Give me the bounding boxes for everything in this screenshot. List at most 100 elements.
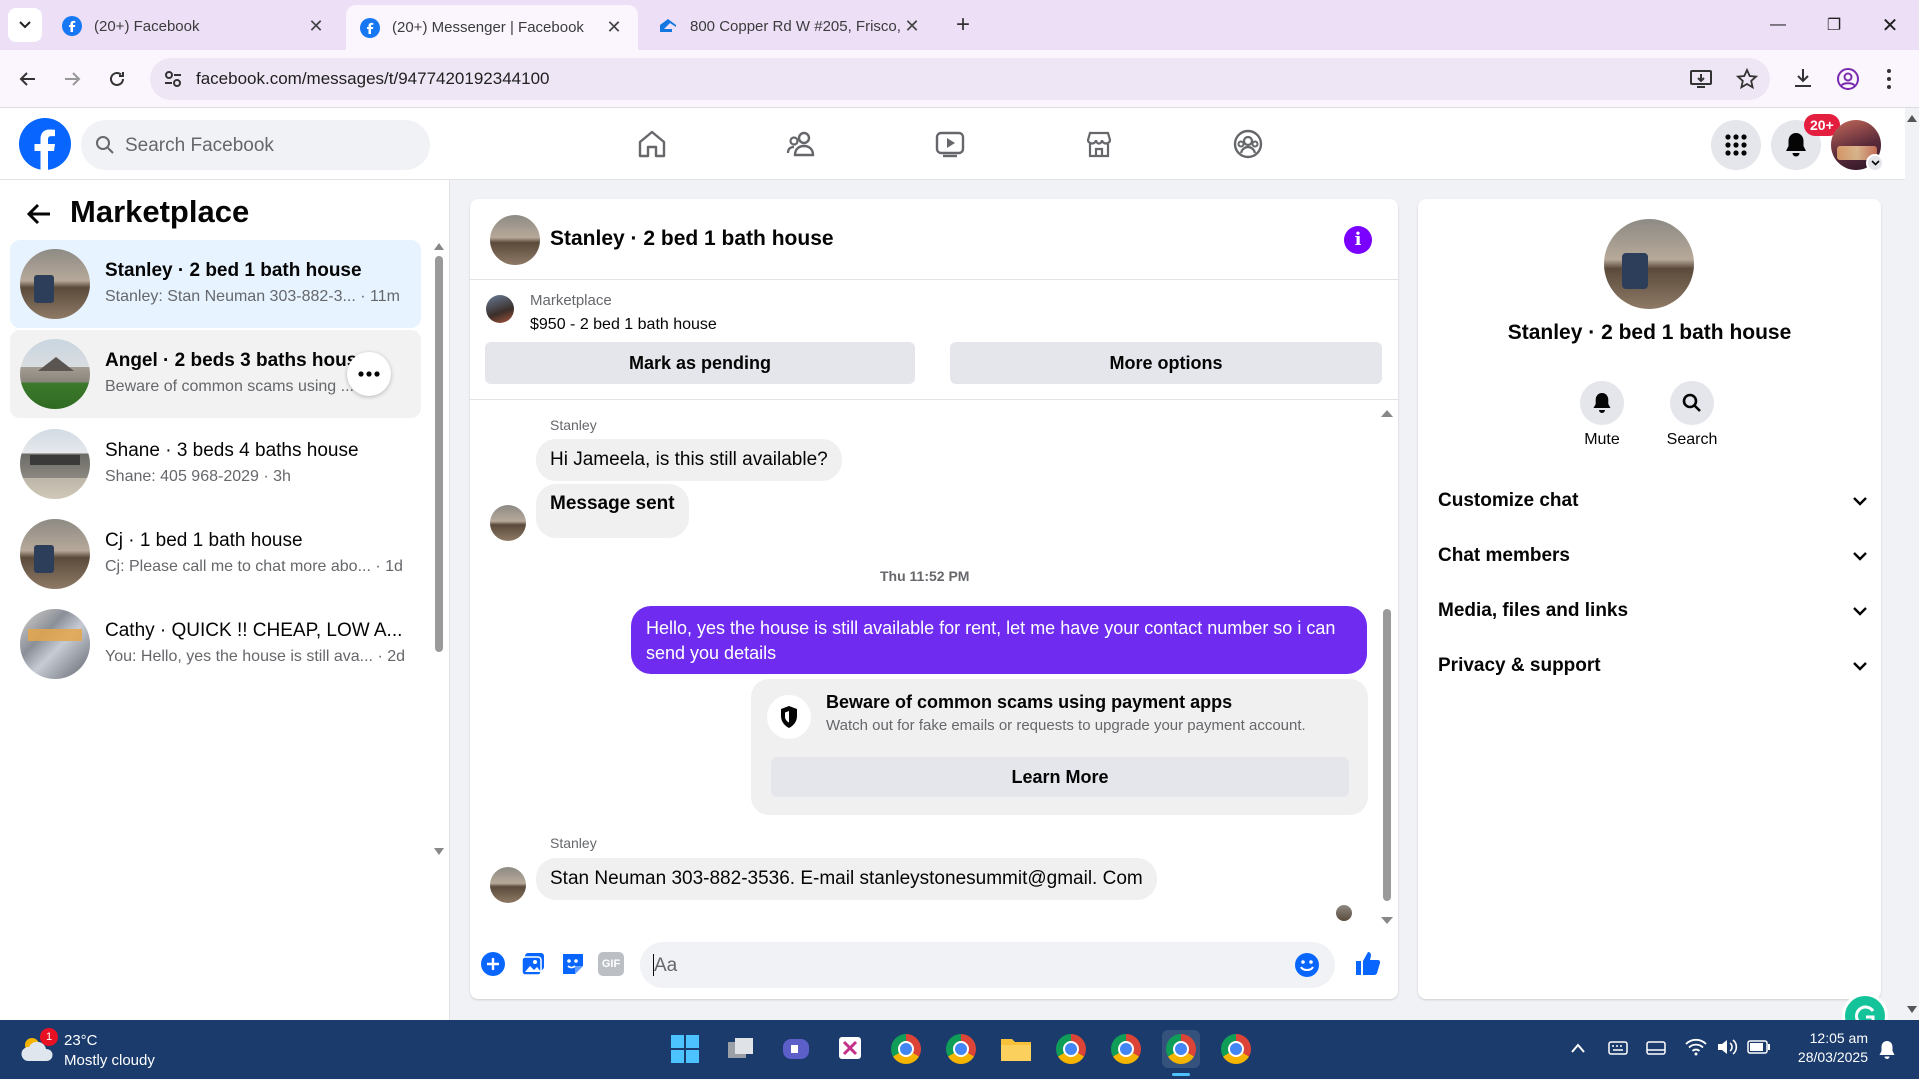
scrollbar-thumb[interactable] — [435, 256, 443, 652]
account-menu-chevron[interactable] — [1866, 154, 1884, 172]
chat-avatar[interactable] — [490, 215, 540, 265]
new-tab-button[interactable]: + — [948, 10, 978, 40]
chrome-profile-3-button[interactable] — [1052, 1030, 1090, 1068]
learn-more-button[interactable]: Learn More — [771, 757, 1349, 797]
bookmark-star-icon[interactable] — [1736, 68, 1758, 90]
thumbs-up-icon[interactable] — [1354, 949, 1382, 977]
task-view-button[interactable] — [722, 1030, 760, 1068]
site-settings-icon[interactable] — [164, 70, 182, 88]
facebook-header: Search Facebook 20+ — [0, 108, 1905, 180]
snipping-tool-button[interactable] — [832, 1030, 870, 1068]
minimize-window-button[interactable]: — — [1758, 10, 1798, 40]
scrollbar-thumb[interactable] — [1383, 609, 1391, 901]
chrome-active-button[interactable] — [1162, 1030, 1200, 1068]
chrome-profile-4-button[interactable] — [1107, 1030, 1145, 1068]
customize-chat-section[interactable]: Customize chat — [1438, 479, 1868, 523]
conversation-list-scrollbar[interactable] — [434, 242, 444, 864]
plus-circle-icon[interactable] — [480, 951, 506, 977]
conversation-item[interactable]: Shane · 3 beds 4 baths house Shane: 405 … — [10, 420, 421, 508]
mark-pending-button[interactable]: Mark as pending — [485, 342, 915, 384]
conversation-preview: Cj: Please call me to chat more abo... ·… — [105, 558, 403, 575]
reload-button[interactable] — [101, 63, 133, 95]
search-in-conversation-button[interactable] — [1670, 381, 1714, 425]
back-arrow-icon[interactable] — [26, 202, 52, 226]
close-window-button[interactable]: ✕ — [1870, 10, 1910, 40]
forward-button[interactable] — [56, 63, 88, 95]
nav-home-button[interactable] — [632, 124, 672, 164]
page-scrollbar[interactable] — [1905, 108, 1919, 1020]
incoming-message[interactable]: Hi Jameela, is this still available? — [536, 439, 842, 481]
scroll-up-arrow-icon[interactable] — [1381, 409, 1393, 417]
scroll-up-arrow-icon[interactable] — [434, 242, 444, 250]
chrome-profile-5-button[interactable] — [1217, 1030, 1255, 1068]
nav-video-button[interactable] — [930, 124, 970, 164]
notification-bell-icon[interactable] — [1878, 1040, 1896, 1060]
install-app-icon[interactable] — [1690, 69, 1712, 89]
mute-button[interactable] — [1580, 381, 1624, 425]
scroll-down-arrow-icon[interactable] — [434, 848, 444, 856]
teams-button[interactable] — [777, 1030, 815, 1068]
battery-icon[interactable] — [1747, 1040, 1771, 1054]
back-button[interactable] — [12, 63, 44, 95]
conversation-options-button[interactable] — [347, 352, 391, 396]
incoming-message[interactable]: Message sent — [536, 484, 689, 538]
start-button[interactable] — [666, 1030, 704, 1068]
scroll-down-arrow-icon[interactable] — [1907, 1006, 1917, 1014]
restore-window-button[interactable]: ❐ — [1814, 10, 1854, 40]
browser-tab-messenger[interactable]: (20+) Messenger | Facebook ✕ — [346, 5, 638, 50]
tab-search-dropdown[interactable] — [8, 8, 42, 42]
conversation-avatar — [20, 249, 90, 319]
video-icon — [935, 131, 965, 158]
keyboard-icon[interactable] — [1608, 1040, 1628, 1056]
close-tab-icon[interactable]: ✕ — [604, 17, 624, 38]
address-bar[interactable]: facebook.com/messages/t/9477420192344100 — [150, 58, 1770, 100]
nav-marketplace-button[interactable] — [1079, 124, 1119, 164]
chat-scrollbar[interactable] — [1381, 409, 1393, 925]
downloads-icon[interactable] — [1792, 67, 1814, 89]
facebook-search-input[interactable]: Search Facebook — [81, 120, 430, 170]
weather-widget[interactable]: 1 23°C Mostly cloudy — [20, 1028, 200, 1072]
wifi-icon[interactable] — [1685, 1038, 1707, 1056]
clock-time: 12:05 am — [1809, 1030, 1868, 1046]
facebook-logo-icon[interactable] — [19, 118, 71, 170]
browser-tab-zillow[interactable]: 800 Copper Rd W #205, Frisco, ✕ — [644, 7, 936, 45]
conversation-item[interactable]: Angel · 2 beds 3 baths house Beware of c… — [10, 330, 421, 418]
chrome-profile-1-button[interactable] — [887, 1030, 925, 1068]
close-tab-icon[interactable]: ✕ — [902, 16, 922, 37]
close-tab-icon[interactable]: ✕ — [306, 16, 326, 37]
menu-kebab-icon[interactable] — [1884, 67, 1894, 91]
message-input[interactable]: Aa — [640, 942, 1335, 988]
browser-tab-facebook[interactable]: (20+) Facebook ✕ — [48, 7, 340, 45]
nav-groups-button[interactable] — [1228, 124, 1268, 164]
conversation-item[interactable]: Cathy · QUICK !! CHEAP, LOW A... You: He… — [10, 600, 421, 688]
media-files-links-section[interactable]: Media, files and links — [1438, 589, 1868, 633]
menu-apps-button[interactable] — [1711, 120, 1761, 170]
chat-title[interactable]: Stanley · 2 bed 1 bath house — [550, 227, 834, 251]
sticker-icon[interactable] — [560, 951, 586, 977]
display-icon[interactable] — [1646, 1040, 1666, 1056]
clock[interactable]: 12:05 am 28/03/2025 — [1786, 1030, 1868, 1065]
listing-title[interactable]: $950 - 2 bed 1 bath house — [530, 316, 717, 334]
outgoing-message[interactable]: Hello, yes the house is still available … — [631, 606, 1367, 674]
chat-members-section[interactable]: Chat members — [1438, 534, 1868, 578]
privacy-support-section[interactable]: Privacy & support — [1438, 644, 1868, 688]
file-explorer-button[interactable] — [997, 1030, 1035, 1068]
conversation-info-button[interactable]: i — [1344, 226, 1372, 254]
chrome-profile-2-button[interactable] — [942, 1030, 980, 1068]
conversation-item[interactable]: Stanley · 2 bed 1 bath house Stanley: St… — [10, 240, 421, 328]
more-options-button[interactable]: More options — [950, 342, 1382, 384]
listing-thumbnail[interactable] — [486, 295, 514, 323]
nav-friends-button[interactable] — [781, 124, 821, 164]
tab-title: (20+) Messenger | Facebook — [392, 19, 584, 36]
scroll-down-arrow-icon[interactable] — [1381, 917, 1393, 925]
photo-gallery-icon[interactable] — [520, 951, 546, 977]
volume-icon[interactable] — [1716, 1038, 1738, 1056]
chevron-up-icon[interactable] — [1570, 1042, 1586, 1054]
scroll-up-arrow-icon[interactable] — [1907, 114, 1917, 122]
profile-icon[interactable] — [1836, 67, 1860, 91]
conversation-item[interactable]: Cj · 1 bed 1 bath house Cj: Please call … — [10, 510, 421, 598]
emoji-icon[interactable] — [1294, 952, 1320, 978]
incoming-message[interactable]: Stan Neuman 303-882-3536. E-mail stanley… — [536, 858, 1157, 900]
gif-button[interactable]: GIF — [598, 952, 624, 976]
section-label: Chat members — [1438, 545, 1570, 566]
